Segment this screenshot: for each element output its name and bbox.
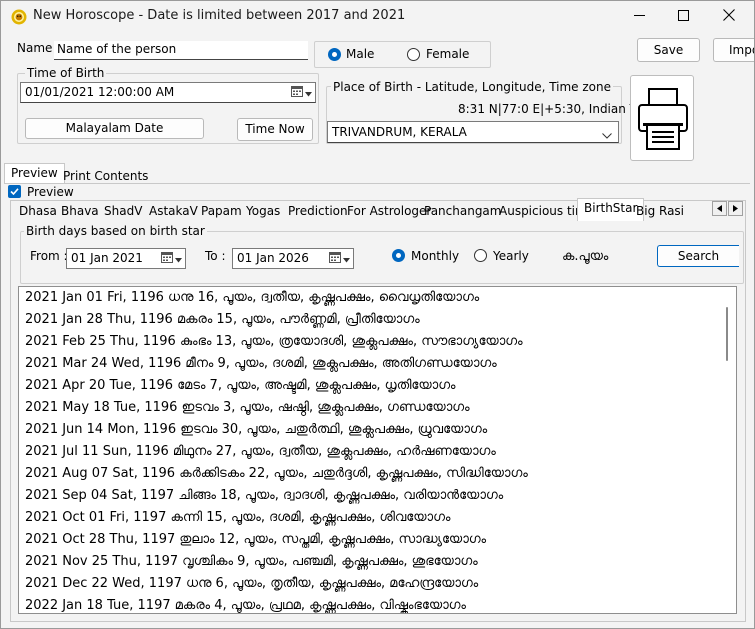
male-label: Male [346,47,375,61]
chevron-right-icon [733,205,738,212]
result-row[interactable]: 2021 Jan 28 Thu, 1196 മകരം 15, പൂയം, പൗർ… [25,309,420,331]
result-row[interactable]: 2021 May 18 Tue, 1196 ഇടവം 3, പൂയം, ഷഷ്ഠ… [25,397,470,419]
result-row[interactable]: 2021 Feb 25 Thu, 1196 കുംഭം 13, പൂയം, ത്… [25,331,523,353]
result-row[interactable]: 2021 Sep 04 Sat, 1197 ചിങ്ങം 18, പൂയം, ദ… [25,485,503,507]
close-button[interactable] [706,0,752,33]
from-date-picker-button[interactable] [159,251,183,266]
calendar-icon [160,251,173,266]
from-date-value: 01 Jan 2021 [71,251,143,265]
maximize-button[interactable] [660,0,706,33]
place-value: TRIVANDRUM, KERALA [332,125,467,139]
female-label: Female [426,47,470,61]
to-date-value: 01 Jan 2026 [237,251,309,265]
tab-big-rasi[interactable]: Big Rasi [629,201,691,221]
app-sun-icon [11,9,27,25]
malayalam-date-button[interactable]: Malayalam Date [25,118,204,139]
results-scrollbar-thumb[interactable] [726,307,728,361]
import-button[interactable]: Impo [713,38,755,62]
result-row[interactable]: 2021 Aug 07 Sat, 1196 കർക്കിടകം 22, പൂയം… [25,463,528,485]
window-title: New Horoscope - Date is limited between … [33,8,406,23]
chevron-down-icon [342,252,350,266]
name-input[interactable]: Name of the person [54,41,308,60]
time-of-birth-label: Time of Birth [25,66,107,80]
name-label: Name [17,41,53,55]
yearly-label: Yearly [493,249,529,263]
tab-scroll-left-button[interactable] [712,201,727,216]
place-select[interactable]: TRIVANDRUM, KERALA [327,121,619,143]
result-row[interactable]: 2022 Jan 18 Tue, 1197 മകരം 4, പൂയം, പ്രഥ… [25,595,466,613]
preview-checkbox[interactable] [8,185,21,198]
birth-datetime-input[interactable]: 01/01/2021 12:00:00 AM [20,82,316,103]
male-radio[interactable] [328,48,341,61]
tab-scroll-right-button[interactable] [728,201,743,216]
maximize-icon [677,9,689,24]
title-bar: New Horoscope - Date is limited between … [0,0,755,33]
chevron-down-icon [602,128,612,142]
birth-days-group-label: Birth days based on birth star [24,224,207,238]
coordinates-text: 8:31 N|77:0 E|+5:30, Indian Time [458,102,660,116]
female-radio[interactable] [407,48,420,61]
inner-tabstrip: Dhasa Bhava ShadV AstakaV Papam Yogas Pr… [10,198,746,221]
tab-divider [4,183,750,184]
result-row[interactable]: 2021 Jul 11 Sun, 1196 മിഥുനം 27, പൂയം, ദ… [25,441,496,463]
birth-datetime-value: 01/01/2021 12:00:00 AM [25,85,175,99]
preview-checkbox-label: Preview [27,185,74,199]
minimize-icon [633,10,645,24]
search-button[interactable]: Search [657,245,739,267]
print-button[interactable] [630,75,694,161]
place-of-birth-label: Place of Birth - Latitude, Longitude, Ti… [331,80,614,94]
result-row[interactable]: 2021 Oct 28 Thu, 1197 തുലാം 12, പൂയം, സപ… [25,529,486,551]
time-now-button[interactable]: Time Now [237,118,313,141]
birth-star-text: ക.പൂയം [562,249,609,264]
result-row[interactable]: 2021 Apr 20 Tue, 1196 മേടം 7, പൂയം, അഷ്ട… [25,375,456,397]
birth-date-picker-button[interactable] [289,85,313,100]
result-row[interactable]: 2021 Dec 22 Wed, 1197 ധനു 6, പൂയം, തൃതീയ… [25,573,478,595]
yearly-radio[interactable] [474,249,487,262]
chevron-down-icon [304,86,312,100]
result-row[interactable]: 2021 Jun 14 Mon, 1196 ഇടവം 30, പൂയം, ചതു… [25,419,487,441]
printer-icon [637,87,689,154]
to-date-picker-button[interactable] [327,251,351,266]
checkmark-icon [10,188,19,196]
chevron-down-icon [174,252,182,266]
calendar-icon [290,85,303,100]
calendar-icon [328,251,341,266]
to-label: To : [205,249,226,263]
chevron-left-icon [717,205,722,212]
result-row[interactable]: 2021 Mar 24 Wed, 1196 മീനം 9, പൂയം, ദശമി… [25,353,497,375]
monthly-label: Monthly [411,249,460,263]
result-row[interactable]: 2021 Oct 01 Fri, 1197 കന്നി 15, പൂയം, ദശ… [25,507,450,529]
result-row[interactable]: 2021 Jan 01 Fri, 1196 ധനു 16, പൂയം, ദ്വത… [25,287,479,309]
save-button[interactable]: Save [637,38,700,62]
from-date-input[interactable]: 01 Jan 2021 [66,248,186,269]
minimize-button[interactable] [616,0,662,33]
to-date-input[interactable]: 01 Jan 2026 [232,248,354,269]
results-list[interactable]: 2021 Jan 01 Fri, 1196 ധനു 16, പൂയം, ദ്വത… [18,286,737,614]
monthly-radio[interactable] [392,249,405,262]
close-icon [723,9,735,24]
from-label: From : [30,249,68,263]
result-row[interactable]: 2021 Nov 25 Thu, 1197 വൃശ്ചികം 9, പൂയം, … [25,551,478,573]
